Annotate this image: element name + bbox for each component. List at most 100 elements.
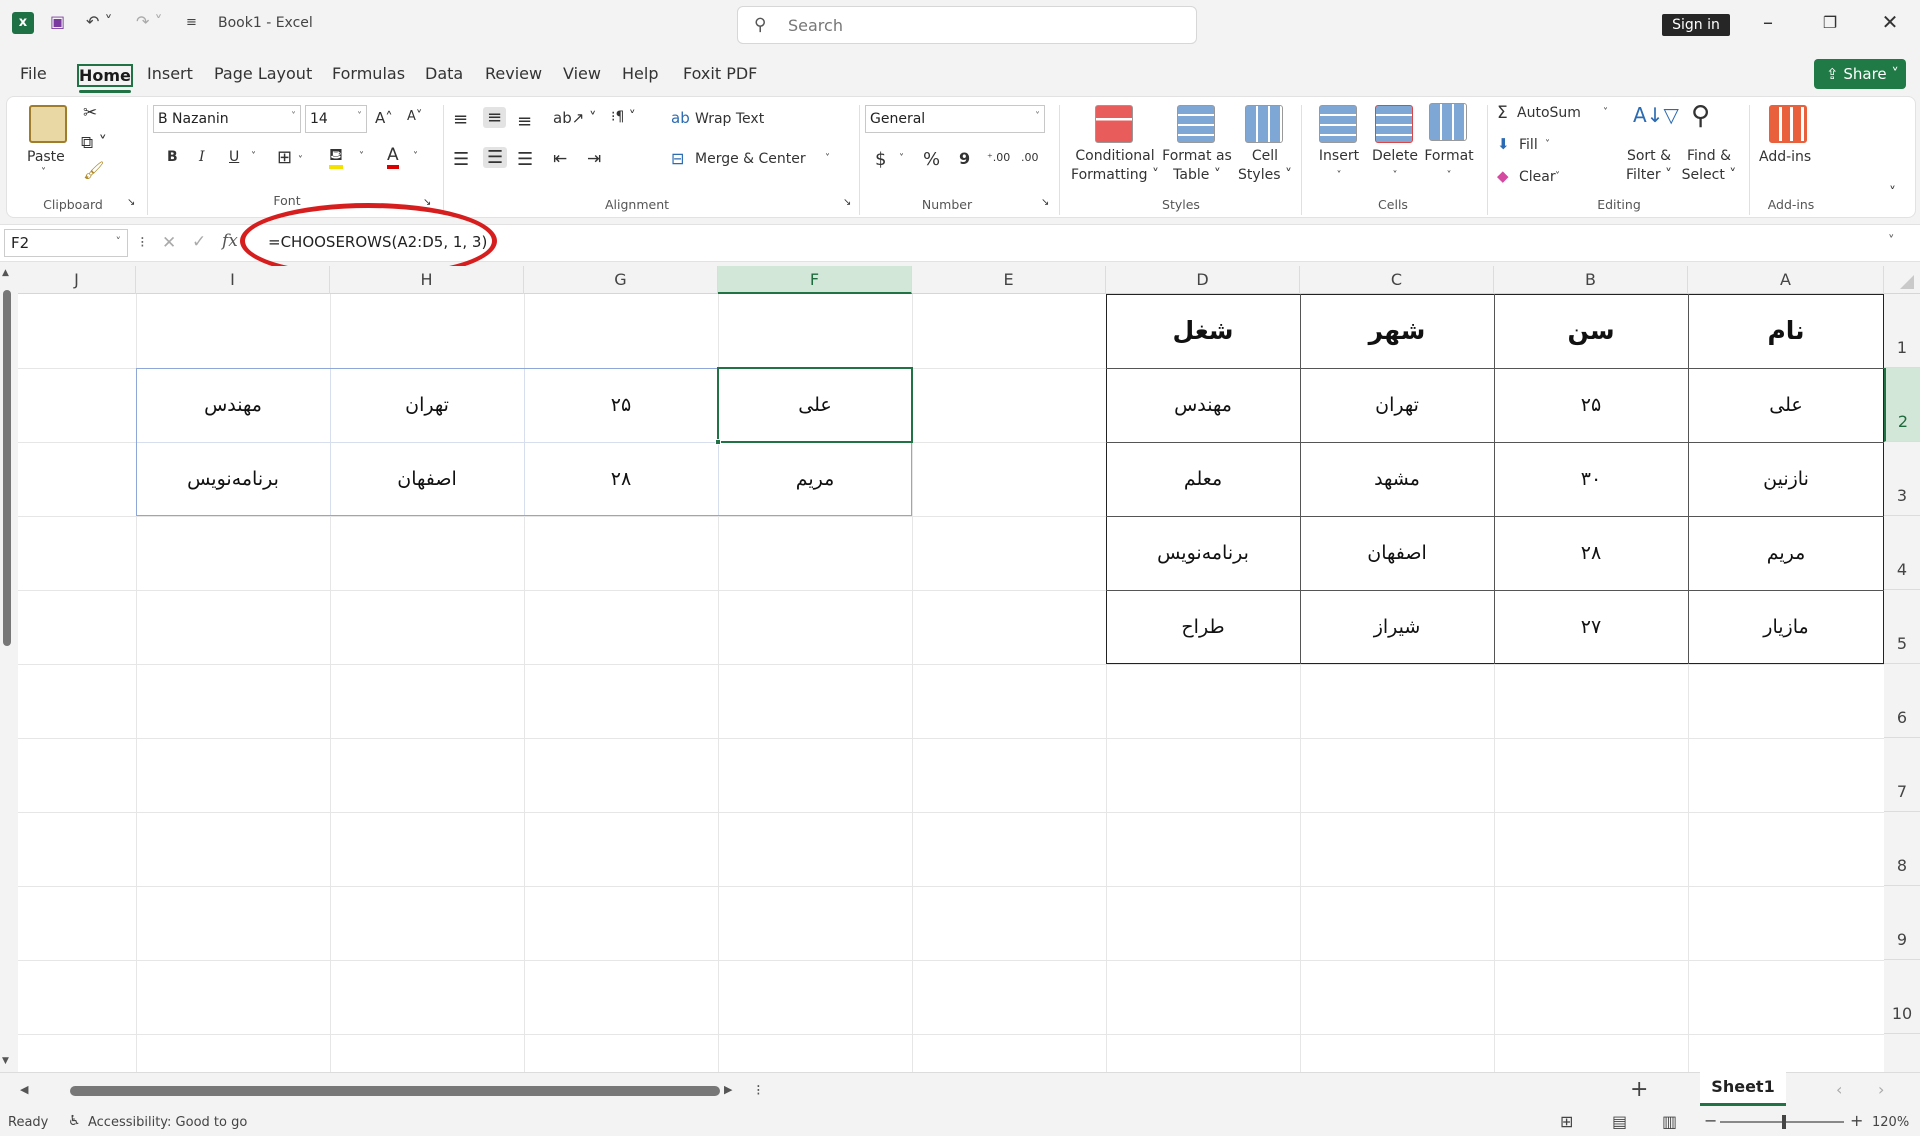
row-header-9[interactable]: 9	[1884, 886, 1920, 960]
cell-c5[interactable]: شیراز	[1300, 590, 1494, 664]
header-cell-d1[interactable]: شغل	[1106, 294, 1300, 368]
add-ins-button[interactable]: Add-ins	[1759, 149, 1811, 165]
page-layout-view-icon[interactable]: ▤	[1612, 1112, 1627, 1131]
format-as-table-icon[interactable]	[1177, 105, 1215, 143]
restore-icon[interactable]: ❐	[1810, 13, 1850, 32]
cell-b3[interactable]: ۳۰	[1494, 442, 1688, 516]
paste-dropdown-icon[interactable]: ˅	[41, 167, 46, 178]
autosum-dropdown-icon[interactable]: ˅	[1603, 107, 1608, 118]
cell-i2[interactable]: مهندس	[136, 368, 330, 442]
cell-i3[interactable]: برنامه‌نویس	[136, 442, 330, 516]
increase-decimal-button[interactable]: ⁺.00	[987, 151, 1010, 164]
more-options-icon[interactable]: ⁝	[140, 233, 145, 251]
underline-dropdown-icon[interactable]: ˅	[251, 151, 256, 162]
sheet-scroll-prev-icon[interactable]: ‹	[1836, 1080, 1842, 1099]
column-header-c[interactable]: C	[1300, 266, 1494, 294]
cell-d5[interactable]: طراح	[1106, 590, 1300, 664]
grow-font-button[interactable]: A˄	[375, 109, 393, 127]
vertical-scroll-thumb[interactable]	[3, 290, 11, 646]
format-painter-icon[interactable]: 🖌	[83, 161, 105, 181]
find-select-button[interactable]: Find & Select ˅	[1679, 147, 1739, 185]
ribbon-collapse-icon[interactable]: ˅	[1889, 185, 1896, 201]
underline-button[interactable]: U	[229, 149, 239, 165]
conditional-formatting-button[interactable]: Conditional Formatting ˅	[1071, 147, 1159, 185]
cell-a4[interactable]: مریم	[1688, 516, 1884, 590]
cell-g2[interactable]: ۲۵	[524, 368, 718, 442]
scroll-down-icon[interactable]: ▼	[2, 1056, 9, 1066]
add-ins-icon[interactable]	[1769, 105, 1807, 143]
column-header-a[interactable]: A	[1688, 266, 1884, 294]
wrap-text-button[interactable]: Wrap Text	[695, 111, 764, 127]
text-direction-icon[interactable]: ⁝¶ ˅	[611, 109, 636, 125]
paste-icon[interactable]	[29, 105, 67, 143]
format-as-table-button[interactable]: Format as Table ˅	[1159, 147, 1235, 185]
sign-in-button[interactable]: Sign in	[1662, 14, 1730, 36]
cell-h3[interactable]: اصفهان	[330, 442, 524, 516]
cut-icon[interactable]: ✂	[83, 103, 97, 123]
insert-cells-button[interactable]: Insert ˅	[1311, 147, 1367, 185]
cell-c3[interactable]: مشهد	[1300, 442, 1494, 516]
minimize-icon[interactable]: –	[1748, 10, 1788, 34]
header-cell-c1[interactable]: شهر	[1300, 294, 1494, 368]
merge-center-button[interactable]: Merge & Center	[695, 151, 806, 167]
fill-color-dropdown-icon[interactable]: ˅	[359, 151, 364, 162]
row-header-5[interactable]: 5	[1884, 590, 1920, 664]
cell-d2[interactable]: مهندس	[1106, 368, 1300, 442]
align-right-icon[interactable]: ☰	[517, 149, 533, 170]
row-header-6[interactable]: 6	[1884, 664, 1920, 738]
align-bottom-icon[interactable]: ≡	[517, 111, 532, 132]
find-select-icon[interactable]: ⚲	[1691, 101, 1710, 131]
sheet-options-icon[interactable]: ⁝	[756, 1081, 761, 1099]
name-box[interactable]: F2 ˅	[4, 229, 128, 257]
header-cell-a1[interactable]: نام	[1688, 294, 1884, 368]
tab-home[interactable]: Home	[77, 64, 133, 93]
sheet-scroll-next-icon[interactable]: ›	[1878, 1080, 1884, 1099]
accessibility-icon[interactable]: ♿	[68, 1113, 81, 1129]
fill-button[interactable]: Fill	[1519, 137, 1538, 153]
font-color-dropdown-icon[interactable]: ˅	[413, 151, 418, 162]
clear-icon[interactable]: ◆	[1497, 167, 1509, 185]
number-launcher-icon[interactable]: ↘	[1041, 197, 1049, 208]
accessibility-status[interactable]: Accessibility: Good to go	[88, 1115, 247, 1130]
column-header-i[interactable]: I	[136, 266, 330, 294]
customize-toolbar-icon[interactable]: ≡	[186, 15, 197, 30]
cell-styles-button[interactable]: Cell Styles ˅	[1235, 147, 1295, 185]
cell-b4[interactable]: ۲۸	[1494, 516, 1688, 590]
insert-cells-icon[interactable]	[1319, 105, 1357, 143]
close-icon[interactable]: ✕	[1870, 10, 1910, 34]
fill-dropdown-icon[interactable]: ˅	[1545, 139, 1550, 150]
cell-d3[interactable]: معلم	[1106, 442, 1300, 516]
cell-a3[interactable]: نازنین	[1688, 442, 1884, 516]
comma-button[interactable]: 9	[959, 149, 970, 168]
worksheet-grid[interactable]: نام سن شهر شغل علی ۲۵ تهران مهندس نازنین…	[18, 294, 1884, 1072]
cell-a2[interactable]: علی	[1688, 368, 1884, 442]
page-break-view-icon[interactable]: ▥	[1662, 1112, 1677, 1131]
clear-button[interactable]: Clear	[1519, 169, 1556, 185]
cancel-icon[interactable]: ✕	[162, 233, 176, 253]
increase-indent-icon[interactable]: ⇥	[587, 149, 601, 169]
sort-filter-button[interactable]: Sort & Filter ˅	[1621, 147, 1677, 185]
delete-cells-button[interactable]: Delete ˅	[1367, 147, 1423, 185]
sheet-tab-sheet1[interactable]: Sheet1	[1700, 1072, 1786, 1106]
fill-icon[interactable]: ⬇	[1497, 135, 1510, 153]
delete-cells-icon[interactable]	[1375, 105, 1413, 143]
tab-page-layout[interactable]: Page Layout	[214, 64, 312, 83]
conditional-formatting-icon[interactable]	[1095, 105, 1133, 143]
redo-icon[interactable]: ↷ ˅	[136, 12, 163, 31]
column-header-b[interactable]: B	[1494, 266, 1688, 294]
format-cells-button[interactable]: Format ˅	[1421, 147, 1477, 185]
insert-function-button[interactable]: fx	[222, 231, 238, 251]
row-header-10[interactable]: 10	[1884, 960, 1920, 1034]
zoom-in-icon[interactable]: +	[1850, 1111, 1863, 1130]
header-cell-b1[interactable]: سن	[1494, 294, 1688, 368]
currency-dropdown-icon[interactable]: ˅	[899, 153, 904, 164]
horizontal-scroll-thumb[interactable]	[70, 1086, 720, 1096]
decrease-indent-icon[interactable]: ⇤	[553, 149, 567, 169]
scroll-left-icon[interactable]: ◀	[20, 1083, 28, 1096]
cell-g3[interactable]: ۲۸	[524, 442, 718, 516]
share-button[interactable]: ⇪ Share ˅	[1814, 59, 1906, 89]
tab-data[interactable]: Data	[425, 64, 463, 83]
cell-h2[interactable]: تهران	[330, 368, 524, 442]
cell-a5[interactable]: مازیار	[1688, 590, 1884, 664]
select-all-corner[interactable]	[1884, 266, 1920, 294]
